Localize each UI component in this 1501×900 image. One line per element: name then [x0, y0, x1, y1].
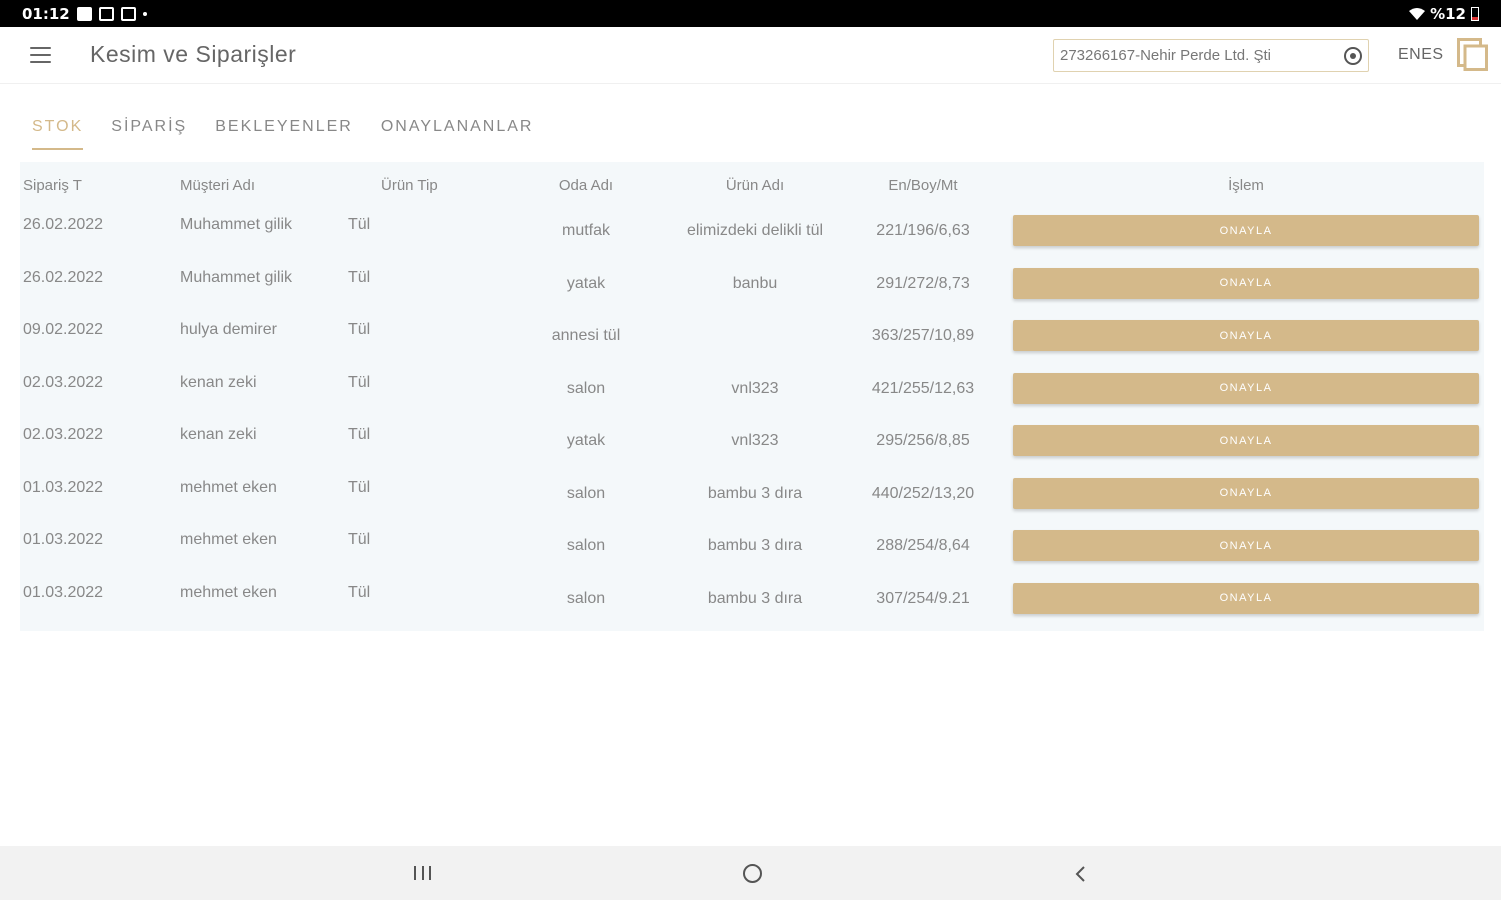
page-title: Kesim ve Siparişler	[90, 41, 297, 67]
tab-siparis[interactable]: SİPARİŞ	[111, 118, 187, 150]
status-time: 01:12	[22, 4, 70, 23]
cell-dimensions: 363/257/10,89	[871, 327, 975, 344]
back-icon[interactable]	[1072, 865, 1090, 883]
gallery-icon	[76, 6, 92, 21]
cell-customer: Muhammet gilik	[180, 268, 293, 286]
cell-dimensions: 221/196/6,63	[876, 222, 970, 239]
approve-button[interactable]: ONAYLA	[1013, 320, 1479, 351]
user-name: ENES	[1398, 46, 1444, 63]
cell-dimensions: 421/255/12,63	[871, 379, 975, 397]
table-row: 02.03.2022 kenan zeki Tül salon vnl323 421/25…	[20, 366, 1484, 418]
recent-apps-icon[interactable]	[414, 866, 431, 880]
cell-product-type: Tül	[348, 216, 371, 233]
battery-percent: %12	[1430, 4, 1466, 23]
cell-customer: mehmet eken	[180, 531, 277, 548]
cell-product: banbu	[732, 274, 778, 292]
cell-dimensions: 291/272/8,73	[876, 274, 970, 292]
table-row: 26.02.2022 Muhammet gilik Tül yatak banbu 291…	[20, 261, 1484, 313]
cell-customer: hulya demirer	[180, 321, 277, 338]
cell-room: salon	[566, 484, 606, 502]
logo-icon[interactable]	[1457, 38, 1488, 71]
cell-room: yatak	[566, 432, 606, 449]
cell-product: bambu 3 dıra	[707, 484, 803, 502]
cell-customer: Muhammet gilik	[180, 216, 293, 233]
cell-room: yatak	[566, 274, 606, 292]
tab-stok[interactable]: STOK	[32, 118, 84, 150]
header-customer: Müşteri Adı	[180, 177, 256, 194]
cell-product: bambu 3 dıra	[707, 537, 803, 554]
menu-icon[interactable]	[30, 47, 51, 63]
approve-button[interactable]: ONAYLA	[1013, 215, 1479, 246]
more-notifications-icon	[142, 11, 147, 16]
tab-bar: STOK SİPARİŞ BEKLEYENLER ONAYLANANLAR	[32, 118, 533, 150]
cell-product-type: Tül	[348, 583, 371, 601]
header-product-type: Ürün Tip	[381, 177, 438, 194]
approve-button[interactable]: ONAYLA	[1013, 267, 1479, 299]
wifi-icon	[1409, 7, 1426, 20]
cell-product: vnl323	[731, 379, 779, 397]
tab-bekleyenler[interactable]: BEKLEYENLER	[215, 118, 353, 150]
header-dimensions: En/Boy/Mt	[888, 177, 958, 194]
cell-dimensions: 295/256/8,85	[876, 432, 970, 449]
cell-product: bambu 3 dıra	[707, 589, 803, 607]
cell-order-date: 02.03.2022	[23, 426, 104, 443]
cell-dimensions: 288/254/8,64	[876, 537, 970, 554]
cell-order-date: 26.02.2022	[23, 268, 104, 286]
cell-product-type: Tül	[348, 478, 371, 496]
cell-customer: mehmet eken	[180, 583, 277, 601]
battery-icon	[1471, 6, 1479, 21]
header-product: Ürün Adı	[725, 177, 785, 194]
table-row: 01.03.2022 mehmet eken Tül salon bambu 3 dır…	[20, 471, 1484, 523]
cell-product: elimizdeki delikli tül	[686, 222, 824, 239]
cell-room: salon	[566, 379, 606, 397]
approve-button[interactable]: ONAYLA	[1013, 582, 1479, 614]
screen-icon	[98, 6, 114, 21]
cell-order-date: 02.03.2022	[23, 373, 104, 391]
cell-product-type: Tül	[348, 321, 371, 338]
tab-onaylananlar[interactable]: ONAYLANANLAR	[381, 118, 534, 150]
cell-customer: kenan zeki	[180, 426, 257, 443]
header-action: İşlem	[1228, 177, 1264, 194]
cell-room: salon	[566, 537, 606, 554]
approve-button[interactable]: ONAYLA	[1013, 425, 1479, 456]
cell-customer: kenan zeki	[180, 373, 257, 391]
search-value: 273266167-Nehir Perde Ltd. Şti	[1060, 47, 1271, 64]
cell-product: vnl323	[731, 432, 779, 449]
home-icon[interactable]	[743, 864, 762, 883]
cell-product-type: Tül	[348, 426, 371, 443]
cell-order-date: 09.02.2022	[23, 321, 104, 338]
header-room: Oda Adı	[558, 177, 614, 194]
clear-search-icon[interactable]	[1344, 46, 1362, 65]
table-header: Sipariş T Müşteri Adı Ürün Tip Oda Adı Ü…	[20, 162, 1484, 208]
cell-dimensions: 307/254/9.21	[876, 589, 970, 607]
cell-order-date: 01.03.2022	[23, 478, 104, 496]
cell-order-date: 01.03.2022	[23, 583, 104, 601]
cell-product-type: Tül	[348, 373, 371, 391]
table-row: 01.03.2022 mehmet eken Tül salon bambu 3 dır…	[20, 576, 1484, 628]
header-order-date: Sipariş T	[23, 177, 82, 194]
table-row: 02.03.2022 kenan zeki Tül yatak vnl323 295/25…	[20, 418, 1484, 470]
app-bar: Kesim ve Siparişler 273266167-Nehir Perd…	[0, 27, 1501, 84]
cell-product-type: Tül	[348, 268, 371, 286]
approve-button[interactable]: ONAYLA	[1013, 530, 1479, 561]
cell-room: salon	[566, 589, 606, 607]
cell-room: annesi tül	[551, 327, 621, 344]
table-row: 09.02.2022 hulya demirer Tül annesi tül 363/…	[20, 313, 1484, 365]
cell-order-date: 26.02.2022	[23, 216, 104, 233]
approve-button[interactable]: ONAYLA	[1013, 372, 1479, 404]
cell-product-type: Tül	[348, 531, 371, 548]
cell-dimensions: 440/252/13,20	[871, 484, 975, 502]
navigation-bar	[0, 846, 1501, 900]
cell-room: mutfak	[561, 222, 611, 239]
table-row: 01.03.2022 mehmet eken Tül salon bambu 3 dır…	[20, 523, 1484, 575]
notification-icon	[120, 6, 136, 21]
table-row: 26.02.2022 Muhammet gilik Tül mutfak elimizd…	[20, 208, 1484, 260]
cell-customer: mehmet eken	[180, 478, 277, 496]
approve-button[interactable]: ONAYLA	[1013, 477, 1479, 509]
customer-search-input[interactable]: 273266167-Nehir Perde Ltd. Şti	[1053, 39, 1369, 72]
orders-table: Sipariş T Müşteri Adı Ürün Tip Oda Adı Ü…	[20, 162, 1484, 631]
cell-order-date: 01.03.2022	[23, 531, 104, 548]
status-bar: 01:12 %12	[0, 0, 1501, 27]
